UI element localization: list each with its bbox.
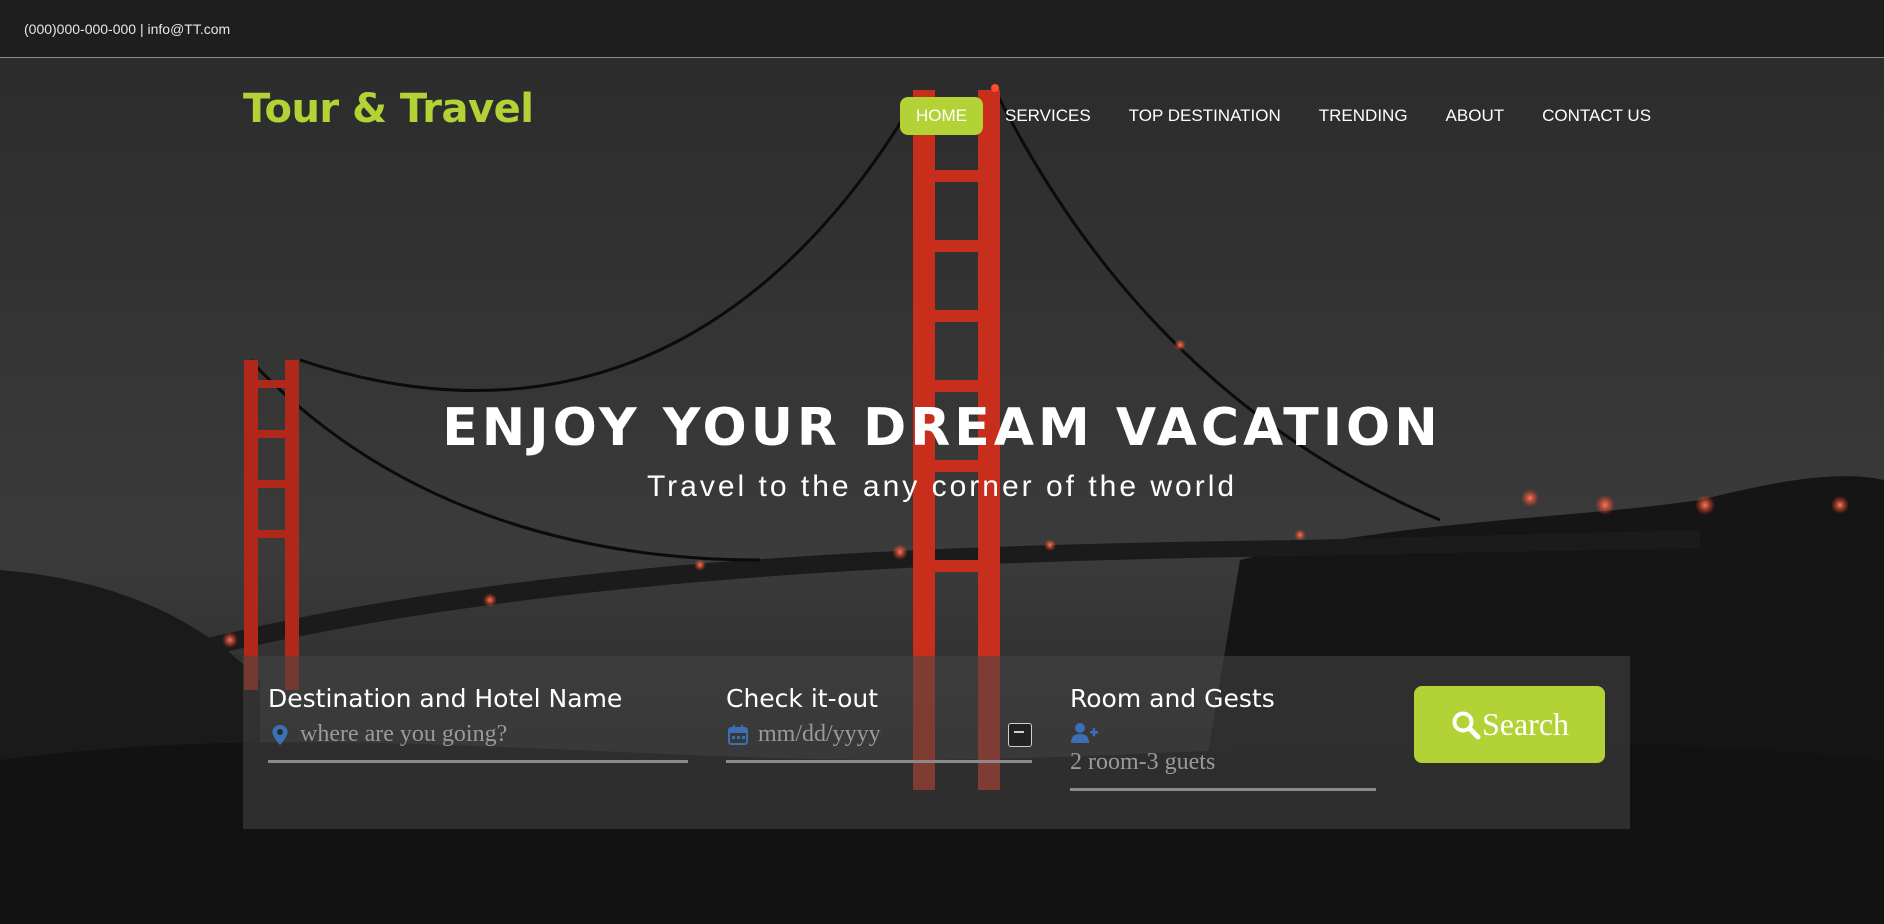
search-button-label: Search (1481, 706, 1570, 742)
destination-input-row (268, 721, 688, 763)
nav-item-trending[interactable]: TRENDING (1303, 97, 1424, 135)
booking-search-panel: Destination and Hotel Name Check it-out (243, 656, 1630, 829)
hero-subtitle: Travel to the any corner of the world (646, 470, 1238, 503)
search-icon (1452, 711, 1481, 739)
hero-title: ENJOY YOUR DREAM VACATION (442, 398, 1442, 458)
add-user-icon (1071, 723, 1098, 743)
destination-field: Destination and Hotel Name (268, 684, 688, 763)
checkout-input-row (726, 721, 1032, 763)
search-button[interactable]: Search (1414, 686, 1605, 763)
rooms-input-row (1070, 721, 1376, 791)
rooms-guests-input[interactable] (1070, 749, 1376, 776)
checkout-label: Check it-out (726, 684, 879, 713)
site-logo[interactable]: Tour & Travel (243, 86, 534, 132)
map-pin-icon (272, 724, 288, 745)
calendar-icon (728, 724, 748, 745)
checkout-field: Check it-out (726, 684, 1032, 763)
rooms-field: Room and Gests (1070, 684, 1376, 791)
main-nav: HOME SERVICES TOP DESTINATION TRENDING A… (900, 97, 1673, 135)
nav-item-top-destination[interactable]: TOP DESTINATION (1113, 97, 1297, 135)
contact-info: (000)000-000-000 | info@TT.com (24, 21, 231, 37)
top-contact-bar: (000)000-000-000 | info@TT.com (0, 0, 1884, 58)
date-picker-icon[interactable] (1008, 722, 1032, 747)
destination-label: Destination and Hotel Name (268, 684, 623, 713)
nav-item-about[interactable]: ABOUT (1430, 97, 1521, 135)
destination-input[interactable] (300, 721, 688, 748)
checkout-date-input[interactable] (758, 721, 1000, 748)
rooms-label: Room and Gests (1070, 684, 1275, 713)
nav-item-home[interactable]: HOME (900, 97, 983, 135)
nav-item-services[interactable]: SERVICES (989, 97, 1107, 135)
nav-item-contact-us[interactable]: CONTACT US (1526, 97, 1667, 135)
